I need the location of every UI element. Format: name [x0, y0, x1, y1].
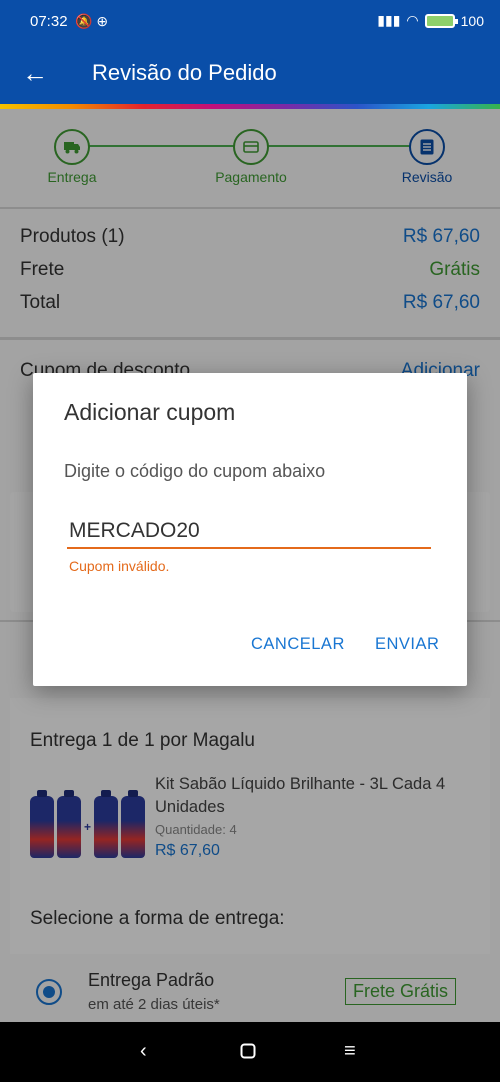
back-arrow-icon[interactable]: ←	[22, 58, 48, 89]
dialog-message: Digite o código do cupom abaixo	[64, 461, 326, 481]
submit-button[interactable]: ENVIAR	[375, 635, 439, 654]
notification-icons: 🔕⊕	[75, 13, 113, 29]
nav-back-icon[interactable]: ‹	[140, 1040, 147, 1063]
system-nav-bar: ‹ ≡	[0, 1022, 500, 1082]
page-title: Revisão do Pedido	[92, 60, 277, 85]
add-coupon-dialog: Adicionar cupom Digite o código do cupom…	[33, 373, 467, 686]
cancel-button[interactable]: CANCELAR	[251, 635, 345, 654]
status-time: 07:32	[30, 13, 68, 30]
status-bar: 07:32 🔕⊕ ▮▮▮ ◠ 100	[0, 0, 500, 44]
coupon-error: Cupom inválido.	[69, 558, 170, 574]
wifi-icon: ◠	[406, 12, 419, 28]
nav-menu-icon[interactable]: ≡	[344, 1040, 356, 1063]
nav-home-icon[interactable]	[240, 1042, 256, 1065]
dialog-title: Adicionar cupom	[64, 399, 236, 425]
signal-icon: ▮▮▮	[377, 12, 401, 28]
coupon-code-input[interactable]	[67, 515, 431, 549]
battery-level: 100	[460, 12, 484, 29]
app-bar: ← Revisão do Pedido	[0, 44, 500, 104]
battery-icon	[424, 13, 458, 28]
status-right: ▮▮▮ ◠ 100	[377, 12, 484, 29]
